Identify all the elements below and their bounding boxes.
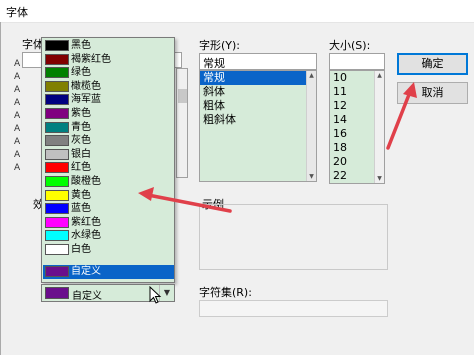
color-swatch — [45, 53, 69, 65]
color-option[interactable]: 红色 — [43, 161, 174, 175]
charset-select[interactable] — [199, 300, 388, 317]
color-option[interactable]: 黄色 — [43, 189, 174, 203]
color-swatch — [45, 162, 69, 174]
window-border — [0, 22, 1, 355]
scroll-thumb[interactable] — [178, 89, 187, 103]
color-option-label: 海军蓝 — [71, 94, 101, 106]
color-option-label: 青色 — [71, 121, 91, 133]
truetype-icon: A — [14, 59, 21, 69]
font-list-scrollbar[interactable] — [176, 68, 188, 178]
color-option-label: 橄榄色 — [71, 80, 101, 92]
color-option[interactable]: 水绿色 — [43, 229, 174, 243]
list-item[interactable]: 斜体 — [200, 85, 316, 99]
color-option-label: 白色 — [71, 244, 91, 255]
truetype-icon: A — [14, 72, 21, 82]
color-option-label: 绿色 — [71, 67, 91, 79]
style-input[interactable]: 常规 — [199, 53, 317, 70]
color-option[interactable]: 白色 — [43, 243, 174, 257]
size-input[interactable] — [329, 53, 385, 70]
sample-preview — [199, 204, 388, 270]
color-option-label: 褐紫红色 — [71, 53, 111, 65]
color-option[interactable]: 褐紫红色 — [43, 53, 174, 67]
ok-button[interactable]: 确定 — [397, 53, 468, 75]
truetype-icon: A — [14, 85, 21, 95]
mouse-cursor-icon — [149, 286, 162, 304]
cancel-button[interactable]: 取消 — [397, 82, 468, 104]
truetype-icon: A — [14, 163, 21, 173]
color-swatch — [45, 121, 69, 133]
color-option[interactable]: 紫色 — [43, 107, 174, 121]
color-swatch — [45, 230, 69, 242]
size-list-scrollbar[interactable]: ▲ ▼ — [374, 71, 384, 183]
color-option-label: 红色 — [71, 162, 91, 174]
scroll-down-icon[interactable]: ▼ — [307, 172, 316, 181]
color-swatch — [45, 135, 69, 147]
color-option[interactable]: 银白 — [43, 148, 174, 162]
title-bar: 字体 — [0, 0, 474, 23]
color-swatch — [45, 203, 69, 215]
color-option[interactable]: 酸橙色 — [43, 175, 174, 189]
color-option[interactable]: 黑色 — [43, 39, 174, 53]
color-swatch — [45, 40, 69, 51]
list-item[interactable]: 常规 — [200, 71, 316, 85]
truetype-icon: A — [14, 124, 21, 134]
color-swatch — [45, 189, 69, 201]
color-dropdown-list[interactable]: 黑色 褐紫红色 绿色 橄榄色 海军蓝 紫色 青色 灰色 银白 红色 酸橙色 黄色… — [41, 37, 175, 283]
list-item[interactable]: 粗斜体 — [200, 113, 316, 127]
current-color-label: 自定义 — [72, 291, 102, 302]
color-option-label: 酸橙色 — [71, 176, 101, 187]
color-option-label: 水绿色 — [71, 230, 101, 242]
color-option-label: 紫色 — [71, 108, 91, 119]
charset-label: 字符集(R): — [199, 286, 252, 299]
color-option[interactable]: 橄榄色 — [43, 80, 174, 94]
color-option[interactable]: 海军蓝 — [43, 93, 174, 107]
color-option[interactable]: 青色 — [43, 121, 174, 135]
truetype-icon: A — [14, 137, 21, 147]
size-list[interactable]: 10 11 12 14 16 18 20 22 24 26 28 36 ▲ ▼ — [329, 70, 385, 184]
color-option[interactable]: 绿色 — [43, 66, 174, 80]
color-swatch — [45, 244, 69, 255]
color-option-label: 自定义 — [71, 266, 101, 277]
color-option-label: 灰色 — [71, 135, 91, 147]
style-input-value: 常规 — [203, 57, 225, 70]
list-item[interactable]: 粗体 — [200, 99, 316, 113]
list-item[interactable]: 24 — [330, 183, 384, 184]
truetype-icon: A — [14, 98, 21, 108]
color-swatch — [45, 94, 69, 106]
color-swatch — [45, 216, 69, 228]
style-list[interactable]: 常规 斜体 粗体 粗斜体 ▲ ▼ — [199, 70, 317, 182]
style-list-scrollbar[interactable]: ▲ ▼ — [306, 71, 316, 181]
color-option-selected[interactable]: 自定义 — [43, 265, 174, 279]
size-label: 大小(S): — [329, 39, 371, 52]
scroll-down-icon[interactable]: ▼ — [375, 174, 384, 183]
color-swatch — [45, 80, 69, 92]
color-swatch — [45, 108, 69, 119]
color-option-label: 蓝色 — [71, 203, 91, 215]
color-option-label: 黄色 — [71, 189, 91, 201]
current-color-swatch — [45, 287, 69, 299]
scroll-up-icon[interactable]: ▲ — [307, 71, 316, 80]
color-option[interactable]: 灰色 — [43, 134, 174, 148]
color-swatch — [45, 176, 69, 187]
font-list-icons: A A A A A A A A A — [14, 58, 42, 178]
color-option[interactable]: 蓝色 — [43, 202, 174, 216]
color-swatch — [45, 67, 69, 79]
truetype-icon: A — [14, 150, 21, 160]
color-option-label: 黑色 — [71, 40, 91, 51]
style-label: 字形(Y): — [199, 39, 241, 52]
truetype-icon: A — [14, 111, 21, 121]
window-title: 字体 — [6, 6, 28, 19]
color-option-label: 紫红色 — [71, 216, 101, 228]
color-option-label: 银白 — [71, 148, 91, 160]
scroll-up-icon[interactable]: ▲ — [375, 71, 384, 80]
color-swatch — [45, 266, 69, 277]
color-swatch — [45, 148, 69, 160]
color-option[interactable]: 紫红色 — [43, 216, 174, 230]
